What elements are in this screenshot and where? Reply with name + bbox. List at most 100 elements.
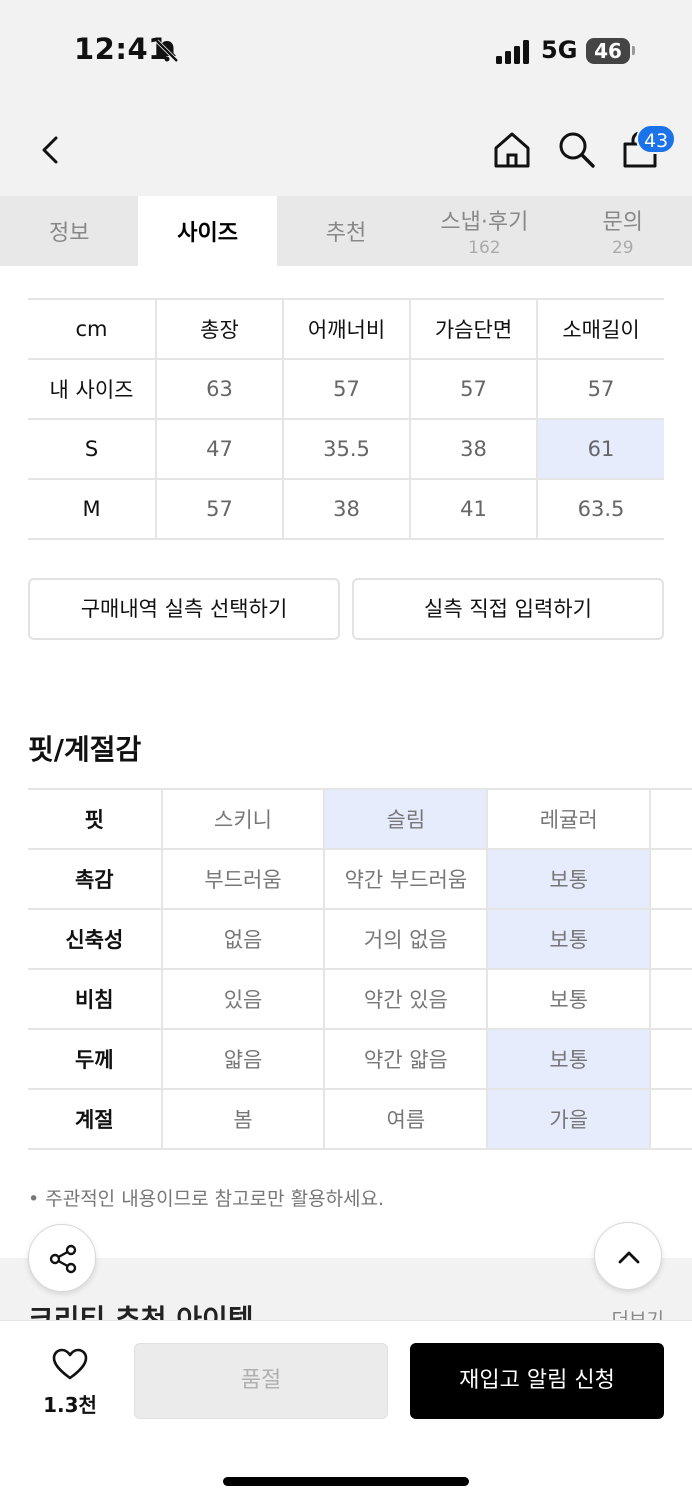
home-icon[interactable] <box>490 128 534 172</box>
tab-label: 문의 <box>602 210 643 235</box>
header-cell: 총장 <box>156 298 284 360</box>
tab-count: 29 <box>611 238 634 258</box>
table-cell: 얇음 <box>161 1029 326 1090</box>
share-icon <box>49 1244 77 1274</box>
tab-label: 사이즈 <box>177 221 238 246</box>
tab-snap-review[interactable]: 스냅·후기 162 <box>415 196 553 266</box>
table-cell: 보통 <box>487 969 652 1030</box>
measure-buttons: 구매내역 실측 선택하기 실측 직접 입력하기 <box>28 578 664 640</box>
header-cell: cm <box>28 298 157 360</box>
restock-alert-button[interactable]: 재입고 알림 신청 <box>410 1343 664 1419</box>
table-cell: 38 <box>283 479 411 540</box>
battery-tip <box>632 46 635 55</box>
header-cell: 어깨너비 <box>283 298 411 360</box>
table-cell-highlighted: 보통 <box>487 849 652 910</box>
tab-inquiry[interactable]: 문의 29 <box>554 196 692 266</box>
table-cell: 봄 <box>161 1089 326 1150</box>
row-label: 핏 <box>28 788 163 850</box>
table-cell: 여름 <box>324 1089 489 1150</box>
table-cell: 스키니 <box>161 788 326 850</box>
status-bar: 12:41 5G 46 <box>0 0 692 100</box>
tab-label: 스냅·후기 <box>440 210 529 235</box>
soldout-button[interactable]: 품절 <box>134 1343 388 1419</box>
table-row: 핏 스키니 슬림 레귤러 루 <box>28 788 692 850</box>
tab-count: 162 <box>468 238 501 258</box>
scroll-top-button[interactable] <box>594 1222 662 1290</box>
table-cell: 약간 얇음 <box>324 1029 489 1090</box>
row-label: 계절 <box>28 1089 163 1150</box>
table-cell: 없음 <box>161 909 326 970</box>
table-cell: 약간 <box>650 849 692 910</box>
table-row: S 47 35.5 38 61 <box>28 419 664 480</box>
row-label: 두께 <box>28 1029 163 1090</box>
table-cell: 약간 <box>650 909 692 970</box>
table-cell-highlighted: 보통 <box>487 1029 652 1090</box>
table-cell-highlighted: 보통 <box>487 909 652 970</box>
chevron-up-icon <box>618 1251 640 1264</box>
row-label: 비침 <box>28 969 163 1030</box>
table-cell: 있음 <box>161 969 326 1030</box>
bottom-action-bar: 1.3천 품절 재입고 알림 신청 <box>0 1320 692 1500</box>
tab-size[interactable]: 사이즈 <box>138 196 277 266</box>
table-header-row: cm 총장 어깨너비 가슴단면 소매길이 <box>28 298 664 360</box>
back-icon[interactable] <box>30 130 70 170</box>
table-cell: 약간 있음 <box>324 969 489 1030</box>
table-cell: 부드러움 <box>161 849 326 910</box>
network-type: 5G <box>541 36 578 64</box>
tab-label: 추천 <box>325 221 367 246</box>
signal-icon <box>496 40 529 64</box>
table-cell: 약간 <box>650 1029 692 1090</box>
table-cell: 레귤러 <box>487 788 652 850</box>
table-cell-highlighted: 가을 <box>487 1089 652 1150</box>
fit-section-title: 핏/계절감 <box>28 733 142 766</box>
table-cell: 47 <box>156 419 284 480</box>
size-table: cm 총장 어깨너비 가슴단면 소매길이 내 사이즈 63 57 57 57 S… <box>28 298 664 540</box>
tab-label: 정보 <box>48 221 90 246</box>
search-icon[interactable] <box>555 128 597 170</box>
header-cell: 가슴단면 <box>410 298 538 360</box>
table-cell-highlighted: 61 <box>537 419 664 480</box>
table-cell: 57 <box>537 359 664 420</box>
app-header <box>0 100 692 196</box>
table-cell: 57 <box>283 359 411 420</box>
like-count: 1.3천 <box>43 1393 97 1417</box>
tab-info[interactable]: 정보 <box>0 196 138 266</box>
table-row: 두께 얇음 약간 얇음 보통 약간 <box>28 1029 692 1090</box>
table-row: 비침 있음 약간 있음 보통 거의 <box>28 969 692 1030</box>
table-cell: 41 <box>410 479 538 540</box>
row-label: 촉감 <box>28 849 163 910</box>
table-cell: 63.5 <box>537 479 664 540</box>
table-row: M 57 38 41 63.5 <box>28 479 664 540</box>
recommend-section-title: 크리티 추천 아이템 <box>28 1303 254 1320</box>
fit-table-scroll[interactable]: 핏 스키니 슬림 레귤러 루 촉감 부드러움 약간 부드러움 보통 약간 신축성… <box>28 788 692 1152</box>
table-cell: 35.5 <box>283 419 411 480</box>
cart-count-badge: 43 <box>636 124 677 154</box>
manual-measure-input-button[interactable]: 실측 직접 입력하기 <box>352 578 664 640</box>
purchase-history-measure-button[interactable]: 구매내역 실측 선택하기 <box>28 578 340 640</box>
table-cell: 루 <box>650 788 692 850</box>
like-button[interactable]: 1.3천 <box>40 1347 100 1418</box>
product-tabs: 정보 사이즈 추천 스냅·후기 162 문의 29 <box>0 196 692 266</box>
header-cell: 소매길이 <box>537 298 664 360</box>
more-link[interactable]: 더보기 <box>612 1306 664 1320</box>
table-cell: 63 <box>156 359 284 420</box>
fit-disclaimer-note: • 주관적인 내용이므로 참고로만 활용하세요. <box>28 1188 385 1210</box>
row-label: S <box>28 419 157 480</box>
tab-recommend[interactable]: 추천 <box>277 196 415 266</box>
table-row: 촉감 부드러움 약간 부드러움 보통 약간 <box>28 849 692 910</box>
heart-icon <box>52 1348 88 1380</box>
battery-indicator: 46 <box>586 38 630 64</box>
table-row: 계절 봄 여름 가을 겨 <box>28 1089 692 1150</box>
fit-table: 핏 스키니 슬림 레귤러 루 촉감 부드러움 약간 부드러움 보통 약간 신축성… <box>28 788 692 1150</box>
table-cell: 57 <box>156 479 284 540</box>
row-label: 내 사이즈 <box>28 359 157 420</box>
table-cell: 57 <box>410 359 538 420</box>
row-label: M <box>28 479 157 540</box>
row-label: 신축성 <box>28 909 163 970</box>
share-button[interactable] <box>28 1224 96 1292</box>
table-cell: 38 <box>410 419 538 480</box>
table-cell-highlighted: 슬림 <box>324 788 489 850</box>
table-cell: 거의 없음 <box>324 909 489 970</box>
table-row: 신축성 없음 거의 없음 보통 약간 <box>28 909 692 970</box>
table-cell: 약간 부드러움 <box>324 849 489 910</box>
